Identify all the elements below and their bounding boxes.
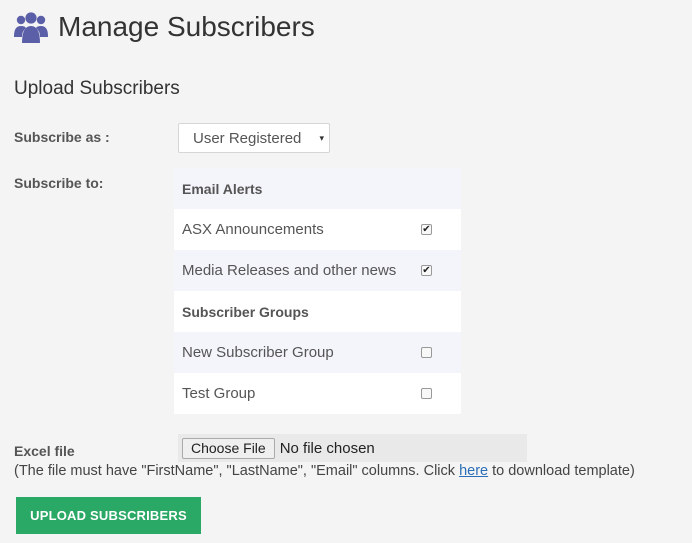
subscribe-as-label: Subscribe as :: [14, 129, 110, 145]
excel-file-hint: (The file must have "FirstName", "LastNa…: [14, 463, 635, 479]
media-releases-checkbox[interactable]: ✔: [421, 265, 432, 276]
list-item[interactable]: Test Group: [174, 373, 461, 414]
file-status-text: No file chosen: [279, 439, 375, 457]
group-heading-subscriber-groups: Subscriber Groups: [174, 291, 461, 332]
choose-file-button[interactable]: Choose File: [182, 437, 275, 459]
list-item-label: New Subscriber Group: [182, 344, 334, 361]
list-item-label: Media Releases and other news: [182, 262, 397, 279]
new-subscriber-group-checkbox[interactable]: [421, 347, 432, 358]
list-item[interactable]: ASX Announcements ✔: [174, 209, 461, 250]
page-title: Manage Subscribers: [58, 11, 315, 42]
hint-text-before: (The file must have "FirstName", "LastNa…: [14, 463, 460, 479]
list-item-label: Test Group: [182, 385, 256, 402]
group-heading-email-alerts: Email Alerts: [174, 168, 461, 209]
subscription-list: Email Alerts ASX Announcements ✔ Media R…: [174, 168, 461, 414]
subscribe-to-label: Subscribe to:: [14, 175, 104, 191]
subscribe-as-selected-value: User Registered: [193, 129, 302, 147]
list-item[interactable]: Media Releases and other news ✔: [174, 250, 461, 291]
list-item-label: ASX Announcements: [182, 221, 324, 238]
group-heading-label: Email Alerts: [182, 180, 263, 197]
page-header: Manage Subscribers: [14, 10, 315, 44]
list-item[interactable]: New Subscriber Group: [174, 332, 461, 373]
test-group-checkbox[interactable]: [421, 388, 432, 399]
section-title: Upload Subscribers: [14, 78, 180, 99]
group-heading-label: Subscriber Groups: [182, 303, 309, 320]
excel-file-label: Excel file: [14, 443, 75, 459]
download-template-link[interactable]: here: [459, 463, 488, 479]
upload-subscribers-button[interactable]: UPLOAD SUBSCRIBERS: [16, 497, 201, 534]
users-icon: [14, 12, 48, 43]
subscribe-as-select[interactable]: User Registered ▾: [178, 123, 330, 153]
chevron-down-icon: ▾: [319, 133, 324, 143]
hint-text-after: to download template): [488, 463, 635, 479]
asx-announcements-checkbox[interactable]: ✔: [421, 224, 432, 235]
manage-subscribers-page: Manage Subscribers Upload Subscribers Su…: [0, 0, 692, 543]
excel-file-input[interactable]: Choose File No file chosen: [178, 434, 527, 462]
